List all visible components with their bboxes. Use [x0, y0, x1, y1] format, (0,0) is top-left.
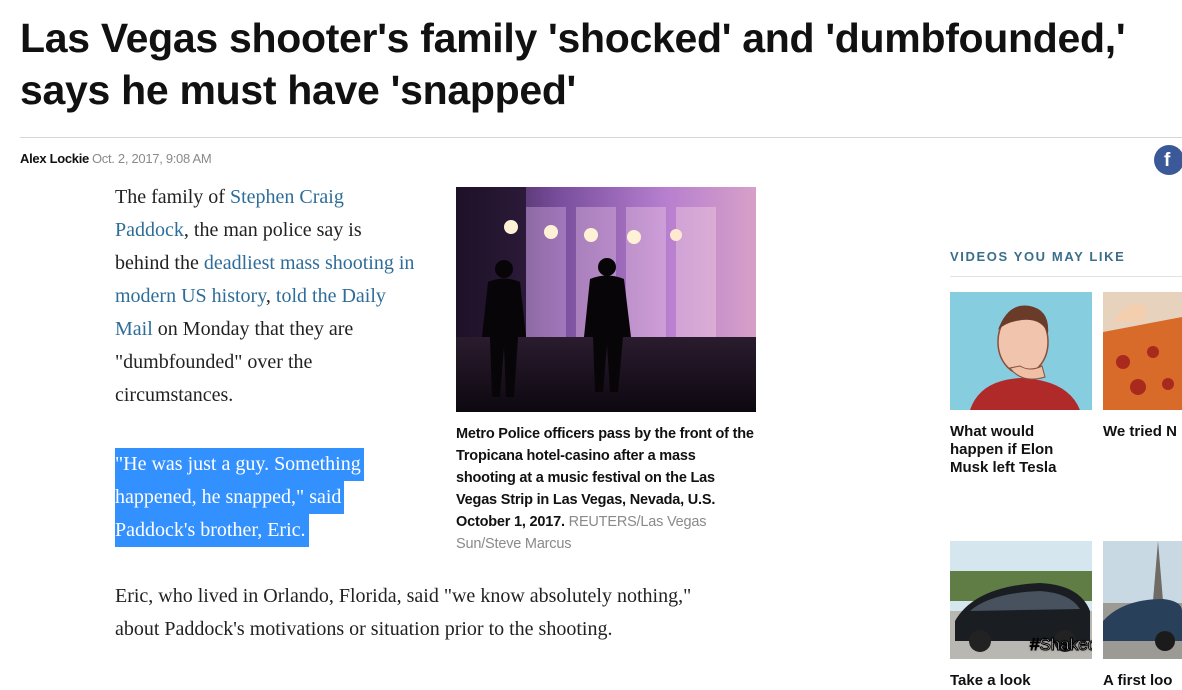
facebook-icon: f	[1164, 150, 1171, 171]
video-thumbnail-1[interactable]	[950, 292, 1092, 410]
person-portrait-image	[950, 292, 1092, 410]
videos-section-title: VIDEOS YOU MAY LIKE	[950, 249, 1126, 264]
article-headline: Las Vegas shooter's family 'shocked' and…	[20, 15, 1126, 113]
video-title-1[interactable]: What would happen if Elon Musk left Tesl…	[950, 423, 1090, 477]
author-name[interactable]: Alex Lockie	[20, 151, 89, 166]
paragraph-text: ,	[265, 285, 276, 307]
paragraph-text: The family of	[115, 186, 230, 208]
video-title-4[interactable]: A first loo	[1103, 672, 1182, 690]
videos-divider	[950, 276, 1182, 277]
highlighted-quote: "He was just a guy. Something happened, …	[115, 448, 364, 547]
pizza-image	[1103, 292, 1182, 410]
quote-line: Paddock's brother, Eric.	[115, 514, 309, 547]
headline-divider	[20, 137, 1182, 138]
publish-date: Oct. 2, 2017, 9:08 AM	[91, 151, 212, 166]
byline: Alex Lockie Oct. 2, 2017, 9:08 AM	[20, 151, 212, 166]
video-title-3[interactable]: Take a look	[950, 672, 1090, 690]
article-paragraph-3: Eric, who lived in Orlando, Florida, sai…	[115, 585, 692, 640]
quote-line: happened, he snapped," said	[115, 481, 345, 514]
video-thumbnail-3[interactable]: #Shakedown	[950, 541, 1092, 659]
video-thumbnail-4[interactable]	[1103, 541, 1182, 659]
photo-caption: Metro Police officers pass by the front …	[456, 423, 756, 555]
quote-line: "He was just a guy. Something	[115, 448, 364, 481]
video-title-2[interactable]: We tried N pizza that thin you h roll it	[1103, 423, 1182, 441]
police-officers-photo	[456, 187, 756, 412]
video-overlay-tag: #Shakedown	[1029, 635, 1092, 655]
video-thumbnail-2[interactable]	[1103, 292, 1182, 410]
article-paragraph-1: The family of Stephen Craig Paddock, the…	[115, 181, 415, 412]
article-photo[interactable]	[456, 187, 756, 412]
sports-car-image	[1103, 541, 1182, 659]
facebook-share-button[interactable]: f	[1154, 145, 1182, 175]
